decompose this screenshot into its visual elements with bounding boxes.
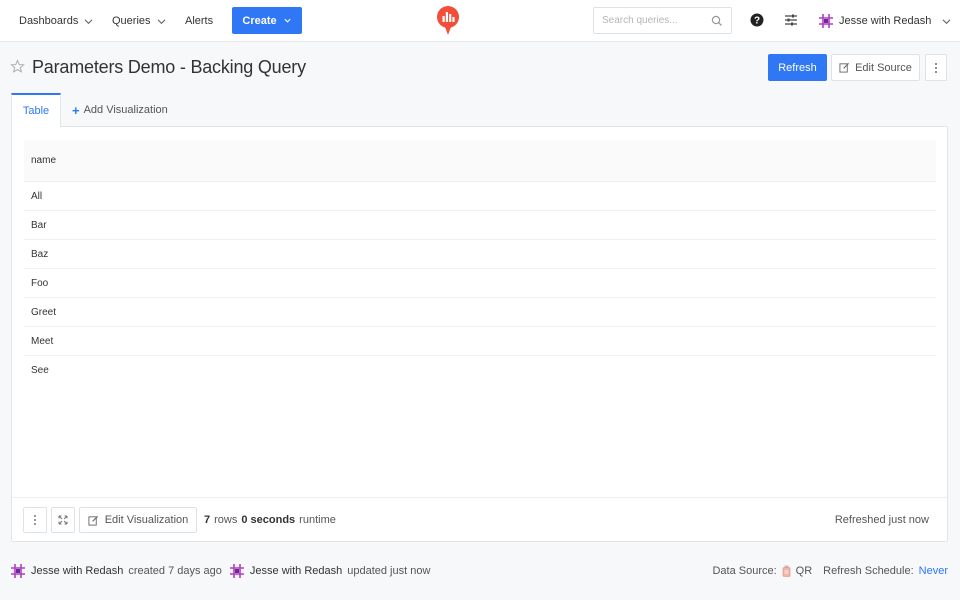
avatar (229, 564, 244, 578)
created-by-user: Jesse with Redash (31, 565, 124, 577)
edit-source-label: Edit Source (855, 61, 912, 74)
expand-icon (58, 515, 68, 525)
query-metadata: Jesse with Redash created 7 days ago Jes… (10, 562, 430, 580)
data-source-name: QR (795, 565, 813, 577)
edit-source-button[interactable]: Edit Source (831, 54, 920, 81)
table-body: All Bar Baz Foo Greet Meet See (24, 182, 936, 385)
table-row: Baz (24, 240, 936, 269)
help-icon[interactable]: ? (749, 12, 765, 28)
refresh-schedule-link[interactable]: Never (919, 565, 948, 577)
avatar (11, 564, 25, 578)
data-source-label: Data Source: (712, 565, 777, 577)
refreshed-status: Refreshed just now (834, 514, 929, 526)
search-input[interactable] (602, 15, 702, 26)
row-count: 7 (204, 514, 211, 526)
rows-label: rows (214, 514, 238, 526)
refresh-schedule-label: Refresh Schedule: (823, 565, 914, 577)
chevron-down-icon (942, 18, 951, 24)
runtime-value: 0 seconds (241, 514, 296, 526)
kebab-menu-icon (935, 62, 937, 73)
updated-by-user: Jesse with Redash (249, 565, 343, 577)
table-row: All (24, 182, 936, 211)
top-navbar: Dashboards Queries Alerts Create ? (0, 0, 960, 42)
create-button[interactable]: Create (232, 7, 302, 34)
card-footer: Edit Visualization 7 rows 0 seconds runt… (12, 497, 947, 542)
tab-add-visualization[interactable]: + Add Visualization (72, 93, 168, 127)
redash-logo-icon[interactable] (436, 5, 460, 37)
edit-icon (839, 62, 850, 73)
nav-alerts-label: Alerts (185, 15, 214, 27)
refresh-button[interactable]: Refresh (768, 54, 827, 81)
page-title: Parameters Demo - Backing Query (32, 57, 306, 77)
chevron-down-icon (157, 18, 166, 24)
more-actions-button[interactable] (925, 54, 947, 81)
query-stats: 7 rows 0 seconds runtime (204, 507, 336, 533)
avatar (819, 14, 833, 28)
kebab-menu-icon (34, 515, 36, 525)
search-icon[interactable] (711, 15, 723, 27)
table-column-header[interactable]: name (24, 140, 936, 182)
table-row: Greet (24, 298, 936, 327)
plus-icon: + (72, 102, 80, 118)
nav-queries-label: Queries (112, 15, 151, 27)
chevron-down-icon (284, 18, 291, 23)
svg-text:?: ? (754, 16, 760, 27)
nav-alerts[interactable]: Alerts (185, 0, 213, 42)
nav-dashboards-label: Dashboards (19, 15, 79, 27)
edit-icon (88, 515, 98, 526)
user-menu[interactable]: Jesse with Redash (818, 0, 951, 42)
tab-table[interactable]: Table (11, 93, 61, 127)
add-visualization-label: Add Visualization (83, 104, 168, 116)
visualization-menu-button[interactable] (23, 507, 47, 533)
nav-dashboards[interactable]: Dashboards (19, 0, 93, 42)
settings-sliders-icon[interactable] (783, 12, 799, 28)
table-row: Foo (24, 269, 936, 298)
create-button-label: Create (242, 14, 277, 27)
table-row: See (31, 365, 49, 376)
query-source-info: Data Source: QR Refresh Schedule: Never (712, 562, 948, 580)
favorite-star-icon[interactable] (10, 59, 25, 74)
nav-queries[interactable]: Queries (112, 0, 166, 42)
visualization-card: name All Bar Baz Foo Greet Meet See Edit… (11, 126, 948, 542)
created-text: created 7 days ago (128, 565, 222, 577)
edit-visualization-button[interactable]: Edit Visualization (79, 507, 197, 533)
updated-text: updated just now (347, 565, 431, 577)
user-name: Jesse with Redash (839, 15, 932, 27)
table-row: Meet (24, 327, 936, 356)
data-source-icon (782, 565, 790, 577)
search-box[interactable] (593, 7, 732, 34)
fullscreen-button[interactable] (51, 507, 75, 533)
chevron-down-icon (84, 18, 93, 24)
runtime-label: runtime (299, 514, 336, 526)
table-row: Bar (24, 211, 936, 240)
edit-visualization-label: Edit Visualization (104, 514, 189, 526)
